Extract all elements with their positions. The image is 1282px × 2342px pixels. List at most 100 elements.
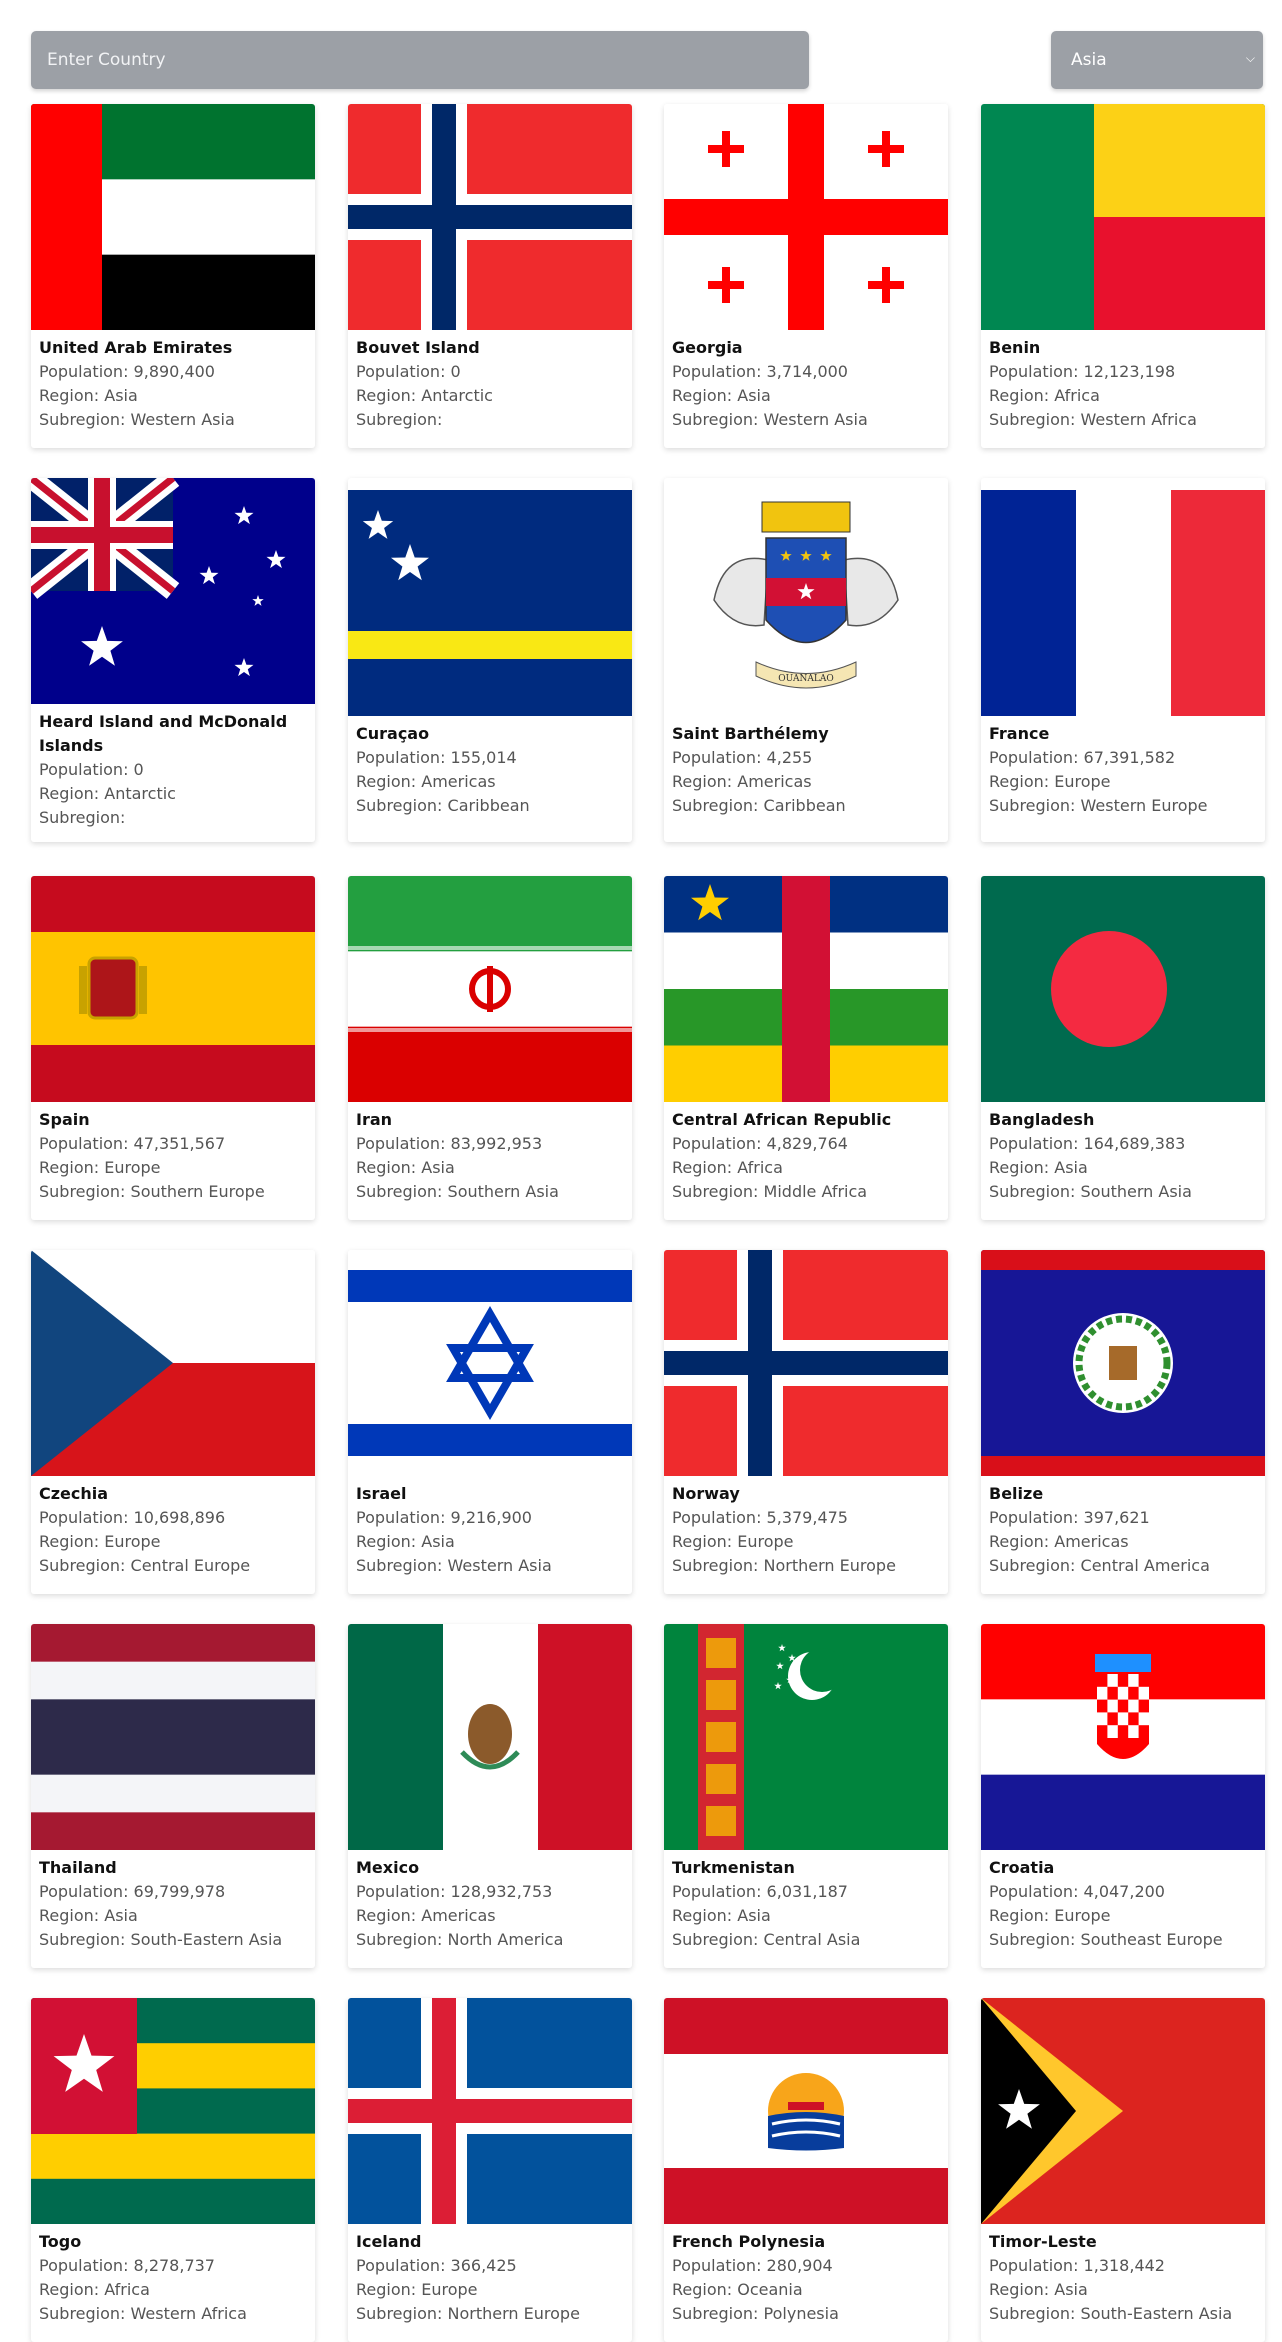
country-population: Population: 0 <box>39 758 307 782</box>
country-info: Thailand Population: 69,799,978 Region: As… <box>39 1856 307 1952</box>
country-region: Region: Europe <box>356 2278 624 2302</box>
country-card[interactable]: Curaçao Population: 155,014 Region: Americ… <box>348 478 632 842</box>
country-subregion-value: Western Africa <box>130 2304 247 2323</box>
country-region-label: Region: <box>989 772 1055 791</box>
country-population-value: 397,621 <box>1083 1508 1150 1527</box>
country-card[interactable]: Bouvet Island Population: 0 Region: Antarc… <box>348 104 632 448</box>
country-region: Region: Asia <box>39 1904 307 1928</box>
region-select[interactable]: Asia ⌵ <box>1051 31 1263 89</box>
country-card[interactable]: Belize Population: 397,621 Region: America… <box>981 1250 1265 1594</box>
country-region: Region: Americas <box>989 1530 1257 1554</box>
country-card[interactable]: Thailand Population: 69,799,978 Region: As… <box>31 1624 315 1968</box>
country-subregion-value: Western Asia <box>763 410 868 429</box>
country-name: Saint Barthélemy <box>672 724 829 743</box>
country-subregion-value: Western Europe <box>1080 796 1208 815</box>
country-card[interactable]: Iran Population: 83,992,953 Region: Asia Su… <box>348 876 632 1220</box>
country-population: Population: 8,278,737 <box>39 2254 307 2278</box>
country-subregion-label: Subregion: <box>672 2304 764 2323</box>
country-name: Mexico <box>356 1858 420 1877</box>
country-population-value: 10,698,896 <box>133 1508 226 1527</box>
country-region-value: Asia <box>737 1906 771 1925</box>
country-region-label: Region: <box>356 1532 422 1551</box>
country-card[interactable]: Georgia Population: 3,714,000 Region: Asia… <box>664 104 948 448</box>
country-population: Population: 4,255 <box>672 746 940 770</box>
country-info: United Arab Emirates Population: 9,890,40… <box>39 336 307 432</box>
country-population-value: 155,014 <box>450 748 517 767</box>
country-population-value: 366,425 <box>450 2256 517 2275</box>
country-region: Region: Americas <box>356 770 624 794</box>
country-card[interactable]: Czechia Population: 10,698,896 Region: Eur… <box>31 1250 315 1594</box>
country-card[interactable]: France Population: 67,391,582 Region: Euro… <box>981 478 1265 842</box>
country-card[interactable]: Central African Republic Population: 4,82… <box>664 876 948 1220</box>
country-subregion: Subregion: Western Asia <box>39 408 307 432</box>
country-subregion-label: Subregion: <box>672 1930 764 1949</box>
country-population-value: 0 <box>450 362 461 381</box>
country-population: Population: 3,714,000 <box>672 360 940 384</box>
country-name: Heard Island and McDonald Islands <box>39 712 288 755</box>
country-population: Population: 128,932,753 <box>356 1880 624 1904</box>
country-card[interactable]: OUANALAO Saint Barthélemy Population: 4,25… <box>664 478 948 842</box>
country-card[interactable]: Iceland Population: 366,425 Region: Europe… <box>348 1998 632 2342</box>
country-subregion-value: South-Eastern Asia <box>1080 2304 1233 2323</box>
country-info: Timor-Leste Population: 1,318,442 Region: … <box>989 2230 1257 2326</box>
country-card[interactable]: Benin Population: 12,123,198 Region: Afric… <box>981 104 1265 448</box>
country-population-value: 8,278,737 <box>133 2256 215 2275</box>
country-region-label: Region: <box>989 1532 1055 1551</box>
country-region: Region: Asia <box>356 1530 624 1554</box>
flag-iceland <box>348 1998 632 2224</box>
country-region-label: Region: <box>39 784 105 803</box>
country-population-value: 128,932,753 <box>450 1882 553 1901</box>
country-info: Togo Population: 8,278,737 Region: Africa S… <box>39 2230 307 2326</box>
country-card[interactable]: Bangladesh Population: 164,689,383 Region:… <box>981 876 1265 1220</box>
country-region-value: Europe <box>737 1532 794 1551</box>
country-population-label: Population: <box>39 1134 134 1153</box>
country-card[interactable]: United Arab Emirates Population: 9,890,40… <box>31 104 315 448</box>
country-region-label: Region: <box>672 1158 738 1177</box>
country-subregion-label: Subregion: <box>989 2304 1081 2323</box>
country-population: Population: 164,689,383 <box>989 1132 1257 1156</box>
country-name: Israel <box>356 1484 407 1503</box>
country-region-value: Americas <box>737 772 812 791</box>
country-population-value: 5,379,475 <box>766 1508 848 1527</box>
country-region-label: Region: <box>672 772 738 791</box>
country-population-label: Population: <box>356 1882 451 1901</box>
country-subregion: Subregion: Southern Europe <box>39 1180 307 1204</box>
country-card[interactable]: Timor-Leste Population: 1,318,442 Region: … <box>981 1998 1265 2342</box>
country-card[interactable]: Mexico Population: 128,932,753 Region: Ame… <box>348 1624 632 1968</box>
country-population: Population: 280,904 <box>672 2254 940 2278</box>
country-population-label: Population: <box>672 2256 767 2275</box>
country-region: Region: Asia <box>356 1156 624 1180</box>
country-population-label: Population: <box>356 748 451 767</box>
flag-belize <box>981 1250 1265 1476</box>
country-card[interactable]: French Polynesia Population: 280,904 Regio… <box>664 1998 948 2342</box>
country-population: Population: 1,318,442 <box>989 2254 1257 2278</box>
country-region-value: Oceania <box>737 2280 803 2299</box>
country-card[interactable]: Turkmenistan Population: 6,031,187 Region:… <box>664 1624 948 1968</box>
country-subregion: Subregion: Northern Europe <box>672 1554 940 1578</box>
region-select-value: Asia <box>1071 50 1107 70</box>
search-input[interactable] <box>47 31 809 89</box>
flag-bangladesh <box>981 876 1265 1102</box>
country-card[interactable]: Heard Island and McDonald Islands Populat… <box>31 478 315 842</box>
country-region-value: Europe <box>104 1532 161 1551</box>
country-population-value: 69,799,978 <box>133 1882 226 1901</box>
country-name: United Arab Emirates <box>39 338 233 357</box>
country-card[interactable]: Spain Population: 47,351,567 Region: Europ… <box>31 876 315 1220</box>
search-bar[interactable] <box>31 31 809 89</box>
country-card[interactable]: Togo Population: 8,278,737 Region: Africa S… <box>31 1998 315 2342</box>
country-subregion-label: Subregion: <box>39 1556 131 1575</box>
country-card[interactable]: Croatia Population: 4,047,200 Region: Euro… <box>981 1624 1265 1968</box>
country-card[interactable]: Norway Population: 5,379,475 Region: Europ… <box>664 1250 948 1594</box>
flag-curacao <box>348 490 632 716</box>
country-population-value: 0 <box>133 760 144 779</box>
country-population-label: Population: <box>39 760 134 779</box>
country-region: Region: Antarctic <box>356 384 624 408</box>
flag-croatia <box>981 1624 1265 1850</box>
country-card[interactable]: Israel Population: 9,216,900 Region: Asia S… <box>348 1250 632 1594</box>
country-region: Region: Asia <box>989 1156 1257 1180</box>
country-region-label: Region: <box>356 1158 422 1177</box>
country-subregion-label: Subregion: <box>989 796 1081 815</box>
country-info: Bangladesh Population: 164,689,383 Region:… <box>989 1108 1257 1204</box>
country-region-label: Region: <box>356 386 422 405</box>
country-region: Region: Europe <box>672 1530 940 1554</box>
